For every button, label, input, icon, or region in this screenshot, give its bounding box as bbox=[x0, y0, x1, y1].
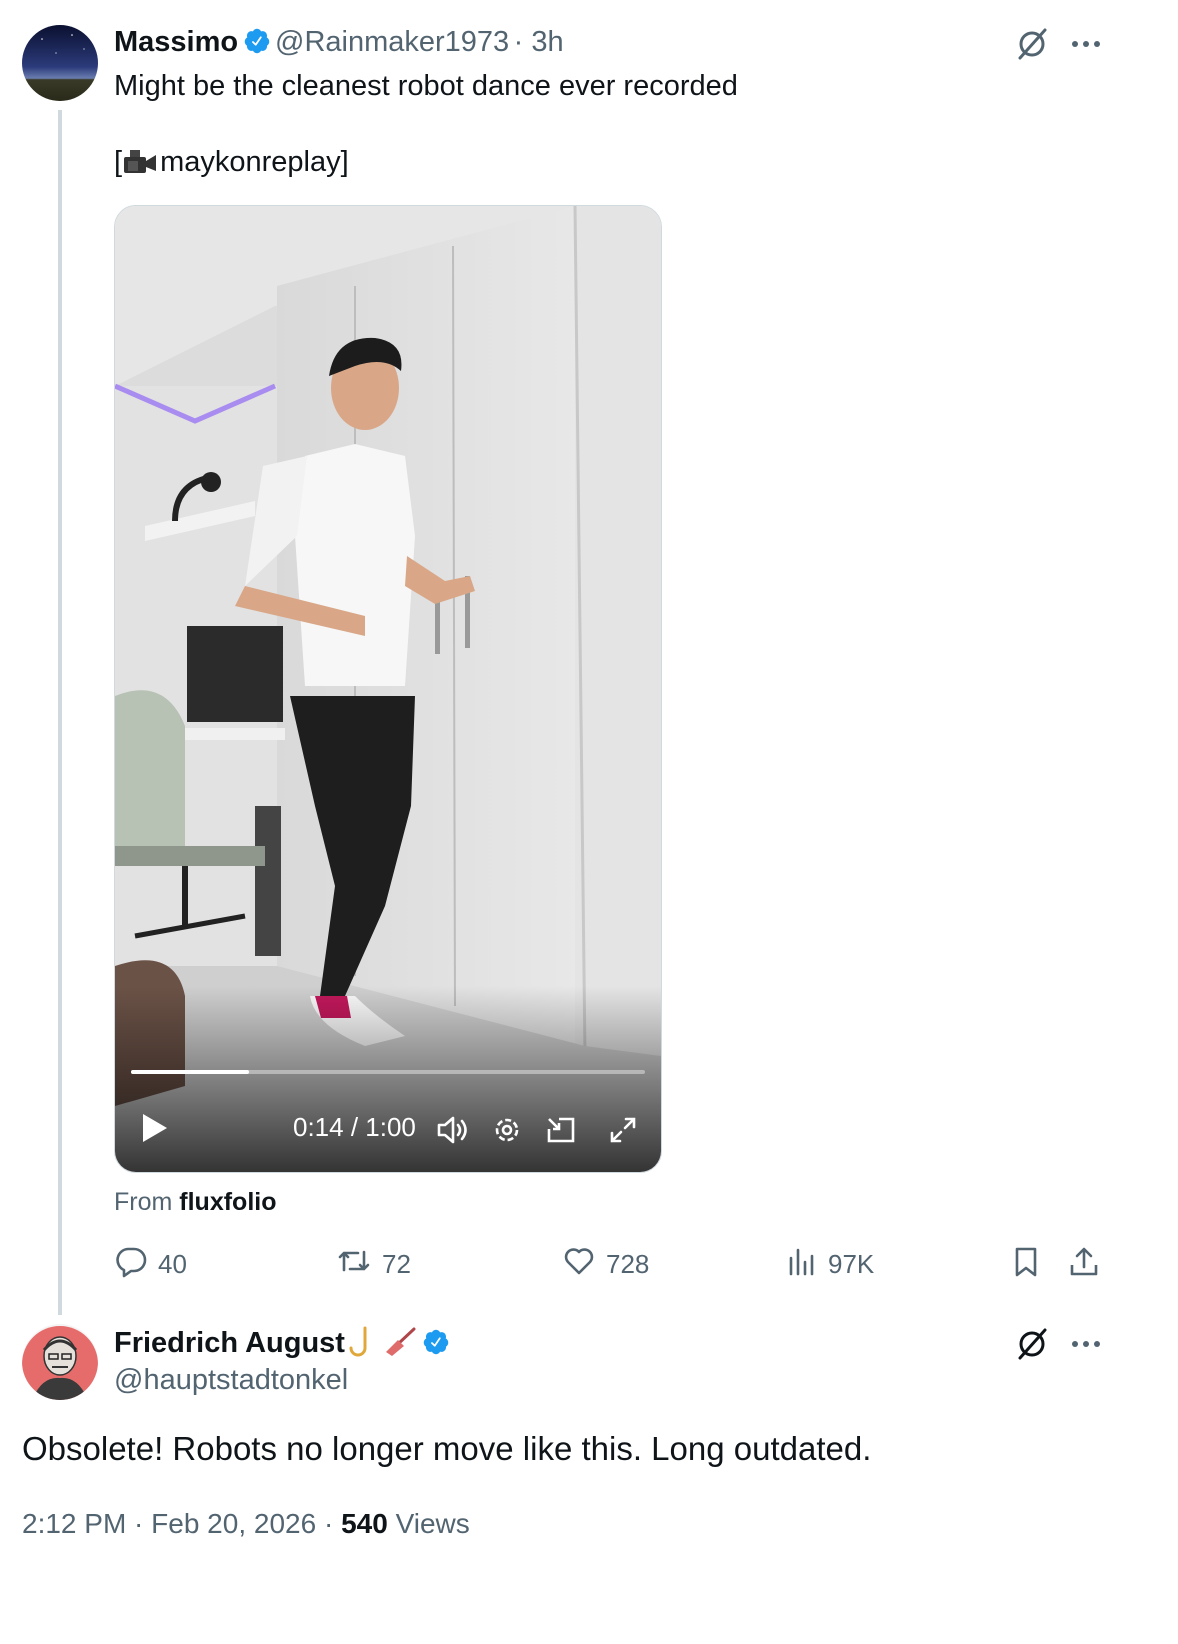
video-time: 0:14 / 1:00 bbox=[293, 1112, 416, 1142]
tweet2-text: Obsolete! Robots no longer move like thi… bbox=[22, 1430, 872, 1467]
share-icon[interactable] bbox=[1064, 1242, 1104, 1282]
like-count: 728 bbox=[606, 1249, 650, 1279]
verified-badge-icon bbox=[243, 27, 271, 55]
camera-icon bbox=[122, 147, 160, 177]
more-icon[interactable] bbox=[1066, 1326, 1106, 1362]
time[interactable]: · 3h bbox=[514, 26, 564, 58]
tweet2-meta: 2:12 PM · Feb 20, 2026 · 540 Views bbox=[22, 1508, 470, 1540]
video-progress-fill bbox=[131, 1070, 250, 1074]
source-prefix: From bbox=[114, 1188, 173, 1216]
grok-icon[interactable] bbox=[1012, 24, 1052, 64]
volume-icon[interactable] bbox=[433, 1110, 473, 1150]
views-icon bbox=[786, 1244, 818, 1285]
broom-icon bbox=[382, 1326, 418, 1358]
more-icon[interactable] bbox=[1066, 26, 1106, 62]
source-name[interactable]: fluxfolio bbox=[179, 1188, 276, 1216]
verified-badge-icon bbox=[422, 1328, 450, 1356]
like-button[interactable]: 728 bbox=[562, 1244, 649, 1285]
avatar-massimo[interactable] bbox=[22, 25, 98, 101]
settings-icon[interactable] bbox=[487, 1110, 527, 1150]
views-label: Views bbox=[395, 1508, 470, 1539]
video-progress-track[interactable] bbox=[131, 1070, 645, 1074]
grok-icon[interactable] bbox=[1012, 1324, 1052, 1364]
tweet2-header: Friedrich August bbox=[114, 1326, 450, 1360]
credit-open: [ bbox=[114, 146, 123, 178]
hook-icon bbox=[349, 1326, 377, 1358]
display-name[interactable]: Massimo bbox=[114, 26, 238, 58]
thread-line bbox=[58, 110, 62, 1315]
bookmark-icon[interactable] bbox=[1006, 1242, 1046, 1282]
avatar-friedrich[interactable] bbox=[22, 1324, 98, 1400]
reply-button[interactable]: 40 bbox=[114, 1244, 187, 1285]
handle[interactable]: @Rainmaker1973 bbox=[275, 26, 509, 58]
credit-name: maykonreplay] bbox=[160, 146, 349, 178]
play-icon[interactable] bbox=[137, 1108, 173, 1148]
pip-icon[interactable] bbox=[541, 1110, 581, 1150]
retweet-count: 72 bbox=[382, 1249, 411, 1279]
video-player[interactable]: 0:14 / 1:00 bbox=[114, 205, 662, 1173]
video-source: From fluxfolio bbox=[114, 1188, 277, 1217]
retweet-button[interactable]: 72 bbox=[336, 1244, 411, 1285]
retweet-icon bbox=[336, 1244, 372, 1285]
tweet1-text: Might be the cleanest robot dance ever r… bbox=[114, 70, 738, 102]
reply-icon bbox=[114, 1244, 148, 1285]
like-icon bbox=[562, 1244, 596, 1285]
views-count: 540 bbox=[341, 1508, 388, 1539]
tweet1-credit: [ maykonreplay] bbox=[114, 146, 349, 179]
reply-count: 40 bbox=[158, 1249, 187, 1279]
video-frame bbox=[115, 206, 661, 1172]
views-count: 97K bbox=[828, 1249, 875, 1279]
display-name[interactable]: Friedrich August bbox=[114, 1327, 345, 1359]
timestamp[interactable]: 2:12 PM · Feb 20, 2026 · bbox=[22, 1508, 333, 1539]
fullscreen-icon[interactable] bbox=[603, 1110, 643, 1150]
tweet1-header: Massimo @Rainmaker1973 · 3h bbox=[114, 26, 564, 59]
handle[interactable]: @hauptstadtonkel bbox=[114, 1364, 348, 1397]
views-button[interactable]: 97K bbox=[786, 1244, 874, 1285]
